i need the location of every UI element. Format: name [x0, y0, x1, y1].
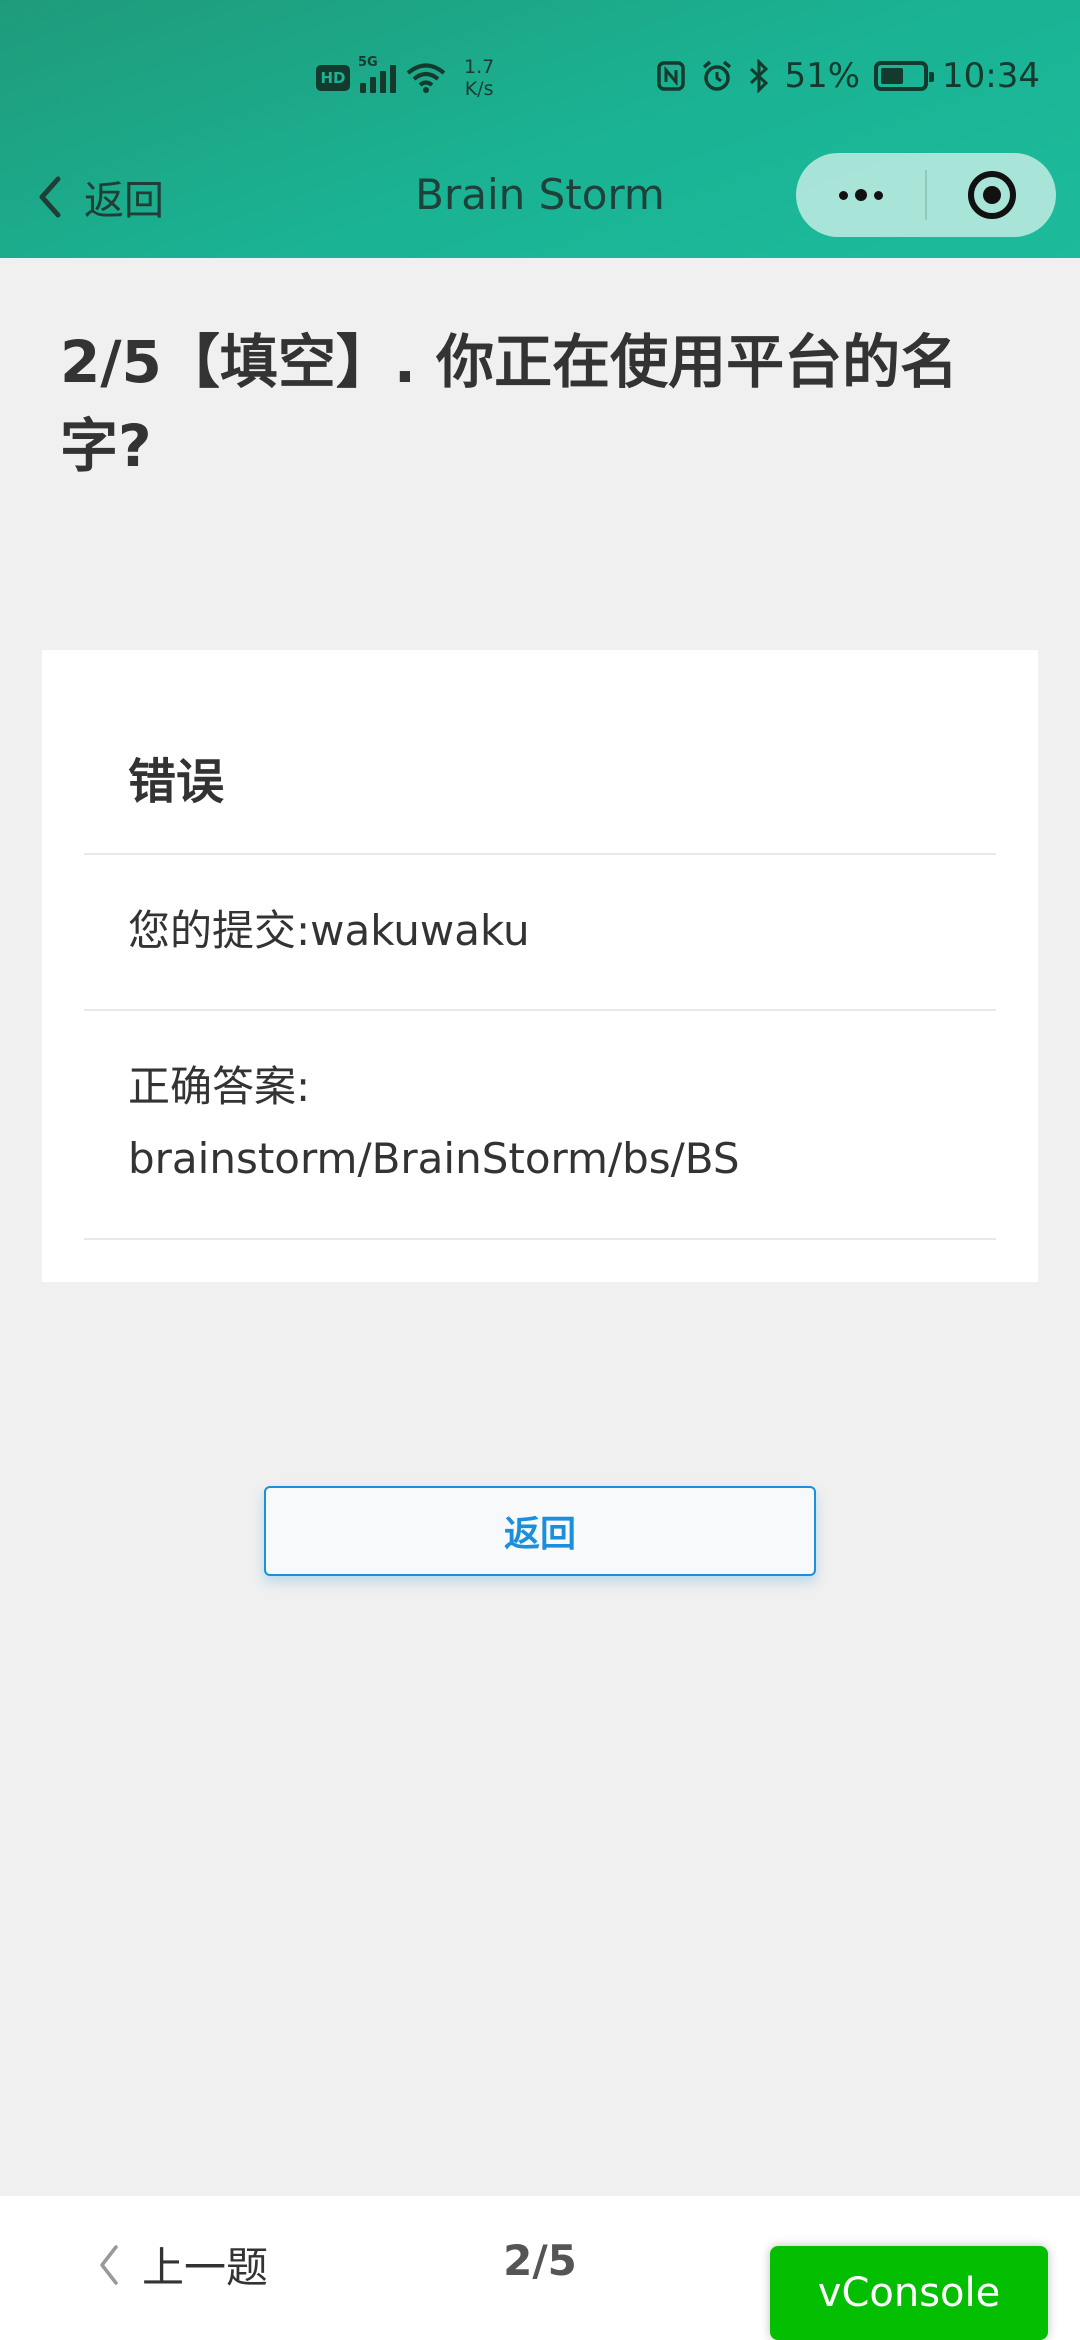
bluetooth-icon: [750, 59, 769, 93]
bottom-bar: 上一题 2/5 vConsole: [0, 2196, 1080, 2340]
app-header: HD 5G 1.7 K/s 51% 10:34 返回 Brain Storm: [0, 0, 1080, 258]
clock: 10:34: [942, 56, 1040, 96]
status-right: 51% 10:34: [656, 56, 1040, 96]
hd-icon: HD: [316, 65, 350, 91]
result-status: 错误: [128, 754, 225, 810]
close-program-button[interactable]: [927, 153, 1056, 237]
network-speed: 1.7 K/s: [464, 56, 494, 100]
submission-text: 您的提交:wakuwaku: [128, 895, 530, 967]
more-dots-icon: [838, 190, 848, 200]
network-type: 5G: [358, 55, 378, 70]
speed-value: 1.7: [464, 56, 495, 78]
signal-icon: 5G: [358, 55, 396, 93]
result-status-row: 错误: [84, 650, 996, 855]
target-icon: [967, 171, 1016, 219]
submission-label: 您的提交:: [128, 906, 311, 955]
vconsole-button[interactable]: vConsole: [770, 2246, 1048, 2340]
answer-label: 正确答案:: [128, 1062, 311, 1111]
nfc-icon: [657, 61, 686, 91]
alarm-icon: [703, 60, 732, 91]
answer-text: 正确答案: brainstorm/BrainStorm/bs/BS: [128, 1051, 740, 1195]
status-left: HD 5G 1.7 K/s: [316, 55, 494, 100]
submission-value: wakuwaku: [310, 906, 530, 955]
battery-icon: [874, 61, 935, 91]
submission-row: 您的提交:wakuwaku: [84, 855, 996, 1011]
result-card: 错误 您的提交:wakuwaku 正确答案: brainstorm/BrainS…: [42, 650, 1038, 1282]
answer-row: 正确答案: brainstorm/BrainStorm/bs/BS: [84, 1011, 996, 1240]
nav-bar: 返回 Brain Storm: [0, 150, 1080, 258]
battery-percent: 51%: [784, 56, 861, 96]
mini-program-capsule: [796, 153, 1056, 237]
answer-value: brainstorm/BrainStorm/bs/BS: [128, 1134, 740, 1183]
status-bar: HD 5G 1.7 K/s 51% 10:34: [0, 0, 1080, 150]
question-title: 2/5【填空】. 你正在使用平台的名字?: [60, 328, 959, 480]
more-button[interactable]: [796, 153, 925, 237]
wifi-icon: [406, 63, 446, 93]
speed-unit: K/s: [464, 78, 494, 100]
return-button[interactable]: 返回: [264, 1486, 816, 1576]
